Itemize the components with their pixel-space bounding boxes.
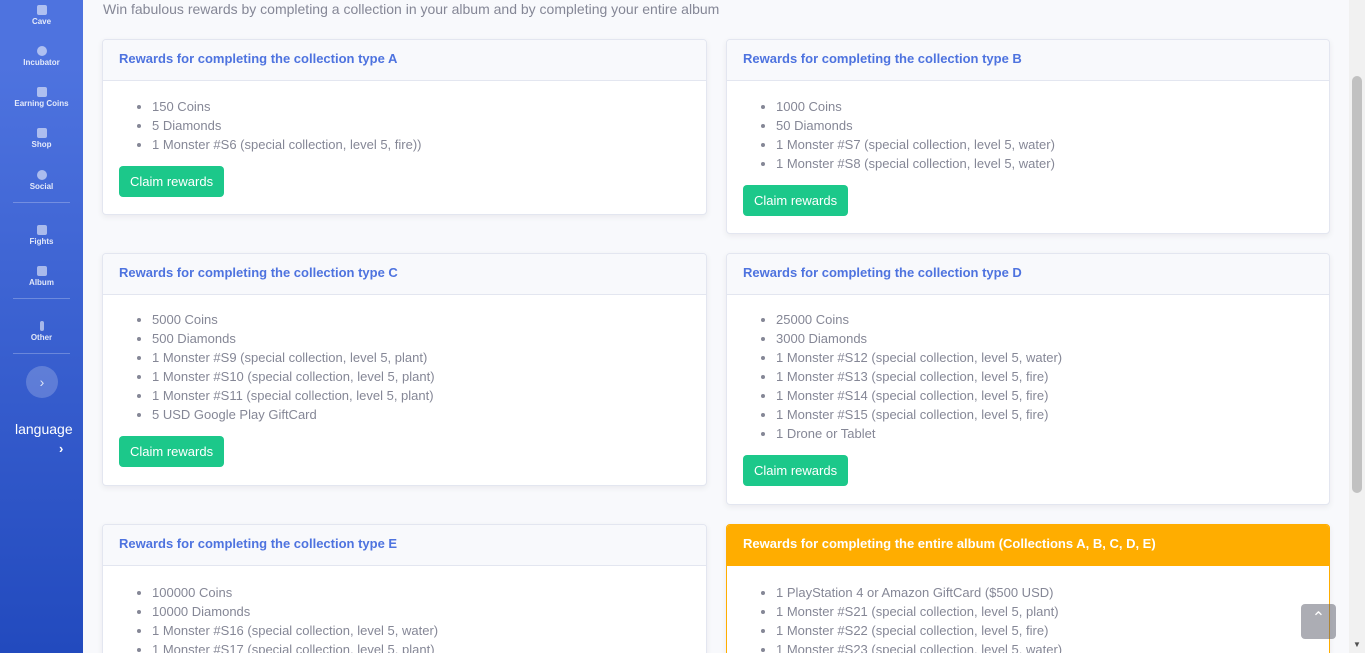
list-item: 1 Monster #S6 (special collection, level…	[152, 135, 690, 154]
reward-card-a: Rewards for completing the collection ty…	[102, 39, 707, 215]
sidebar-item-other[interactable]: Other	[0, 321, 83, 342]
coins-icon	[36, 87, 47, 97]
list-item: 1 Monster #S16 (special collection, leve…	[152, 621, 690, 640]
list-item: 500 Diamonds	[152, 329, 690, 348]
reward-list: 1000 Coins 50 Diamonds 1 Monster #S7 (sp…	[743, 97, 1313, 173]
list-item: 25000 Coins	[776, 310, 1313, 329]
list-item: 1 Monster #S9 (special collection, level…	[152, 348, 690, 367]
card-title: Rewards for completing the collection ty…	[103, 40, 706, 81]
list-item: 1 Monster #S14 (special collection, leve…	[776, 386, 1313, 405]
page-intro: Win fabulous rewards by completing a col…	[103, 1, 720, 17]
sidebar-item-label: Social	[29, 182, 54, 191]
list-item: 50 Diamonds	[776, 116, 1313, 135]
card-title: Rewards for completing the collection ty…	[727, 254, 1329, 295]
list-item: 1 Monster #S10 (special collection, leve…	[152, 367, 690, 386]
reward-card-album: Rewards for completing the entire album …	[726, 524, 1330, 653]
list-item: 1 Monster #S8 (special collection, level…	[776, 154, 1313, 173]
cave-icon	[36, 5, 47, 15]
sidebar-item-label: Other	[30, 333, 53, 342]
list-item: 1 Monster #S23 (special collection, leve…	[776, 640, 1313, 653]
sidebar-item-incubator[interactable]: Incubator	[0, 46, 83, 67]
chevron-right-icon: ›	[39, 374, 45, 390]
list-item: 3000 Diamonds	[776, 329, 1313, 348]
sidebar-item-label: Cave	[31, 17, 52, 26]
sidebar-item-social[interactable]: Social	[0, 170, 83, 191]
reward-card-b: Rewards for completing the collection ty…	[726, 39, 1330, 234]
scroll-to-top-button[interactable]: ⌃	[1301, 604, 1336, 639]
sidebar-toggle-button[interactable]: ›	[26, 366, 58, 398]
list-item: 1 Monster #S21 (special collection, leve…	[776, 602, 1313, 621]
card-title: Rewards for completing the collection ty…	[103, 254, 706, 295]
list-item: 1 Monster #S12 (special collection, leve…	[776, 348, 1313, 367]
sidebar-divider	[13, 202, 70, 203]
card-title: Rewards for completing the entire album …	[727, 525, 1329, 566]
sidebar-item-label: Fights	[29, 237, 54, 246]
claim-rewards-button[interactable]: Claim rewards	[743, 455, 849, 486]
reward-list: 25000 Coins 3000 Diamonds 1 Monster #S12…	[743, 310, 1313, 443]
list-item: 1000 Coins	[776, 97, 1313, 116]
reward-list: 100000 Coins 10000 Diamonds 1 Monster #S…	[119, 583, 690, 653]
list-item: 1 Monster #S11 (special collection, leve…	[152, 386, 690, 405]
sidebar-item-cave[interactable]: Cave	[0, 5, 83, 26]
scrollbar-thumb[interactable]	[1352, 76, 1362, 493]
claim-rewards-button[interactable]: Claim rewards	[119, 166, 225, 197]
chevron-right-icon[interactable]: ›	[59, 441, 63, 456]
trophy-icon	[36, 225, 47, 235]
egg-icon	[36, 46, 47, 56]
list-item: 5 USD Google Play GiftCard	[152, 405, 690, 424]
info-icon	[39, 321, 44, 331]
sidebar-item-earning-coins[interactable]: Earning Coins	[0, 87, 83, 108]
list-item: 1 Monster #S13 (special collection, leve…	[776, 367, 1313, 386]
scroll-down-arrow-icon[interactable]: ▼	[1353, 640, 1361, 649]
book-icon	[36, 266, 47, 276]
sidebar-item-label: Shop	[31, 140, 52, 149]
sidebar-item-fights[interactable]: Fights	[0, 225, 83, 246]
scrollbar[interactable]: ▼	[1349, 0, 1365, 653]
claim-rewards-button[interactable]: Claim rewards	[119, 436, 225, 467]
chevron-up-icon: ⌃	[1311, 610, 1326, 627]
list-item: 150 Coins	[152, 97, 690, 116]
list-item: 1 PlayStation 4 or Amazon GiftCard ($500…	[776, 583, 1313, 602]
sidebar-item-album[interactable]: Album	[0, 266, 83, 287]
list-item: 100000 Coins	[152, 583, 690, 602]
sidebar-divider	[13, 298, 70, 299]
list-item: 1 Monster #S17 (special collection, leve…	[152, 640, 690, 653]
list-item: 10000 Diamonds	[152, 602, 690, 621]
reward-card-c: Rewards for completing the collection ty…	[102, 253, 707, 486]
sidebar-item-label: Album	[29, 278, 54, 287]
list-item: 5 Diamonds	[152, 116, 690, 135]
reward-card-d: Rewards for completing the collection ty…	[726, 253, 1330, 505]
card-title: Rewards for completing the collection ty…	[727, 40, 1329, 81]
reward-card-e: Rewards for completing the collection ty…	[102, 524, 707, 653]
chat-icon	[36, 170, 47, 180]
cart-icon	[36, 128, 47, 138]
reward-list: 5000 Coins 500 Diamonds 1 Monster #S9 (s…	[119, 310, 690, 424]
sidebar-item-label: Incubator	[23, 58, 60, 67]
sidebar-item-shop[interactable]: Shop	[0, 128, 83, 149]
list-item: 5000 Coins	[152, 310, 690, 329]
sidebar-item-label: Earning Coins	[14, 99, 69, 108]
reward-list: 150 Coins 5 Diamonds 1 Monster #S6 (spec…	[119, 97, 690, 154]
language-selector[interactable]: language	[15, 421, 73, 437]
list-item: 1 Monster #S22 (special collection, leve…	[776, 621, 1313, 640]
card-title: Rewards for completing the collection ty…	[103, 525, 706, 566]
sidebar: Cave Incubator Earning Coins Shop Social…	[0, 0, 83, 653]
list-item: 1 Monster #S7 (special collection, level…	[776, 135, 1313, 154]
list-item: 1 Monster #S15 (special collection, leve…	[776, 405, 1313, 424]
sidebar-divider	[13, 353, 70, 354]
reward-list: 1 PlayStation 4 or Amazon GiftCard ($500…	[743, 583, 1313, 653]
claim-rewards-button[interactable]: Claim rewards	[743, 185, 849, 216]
list-item: 1 Drone or Tablet	[776, 424, 1313, 443]
